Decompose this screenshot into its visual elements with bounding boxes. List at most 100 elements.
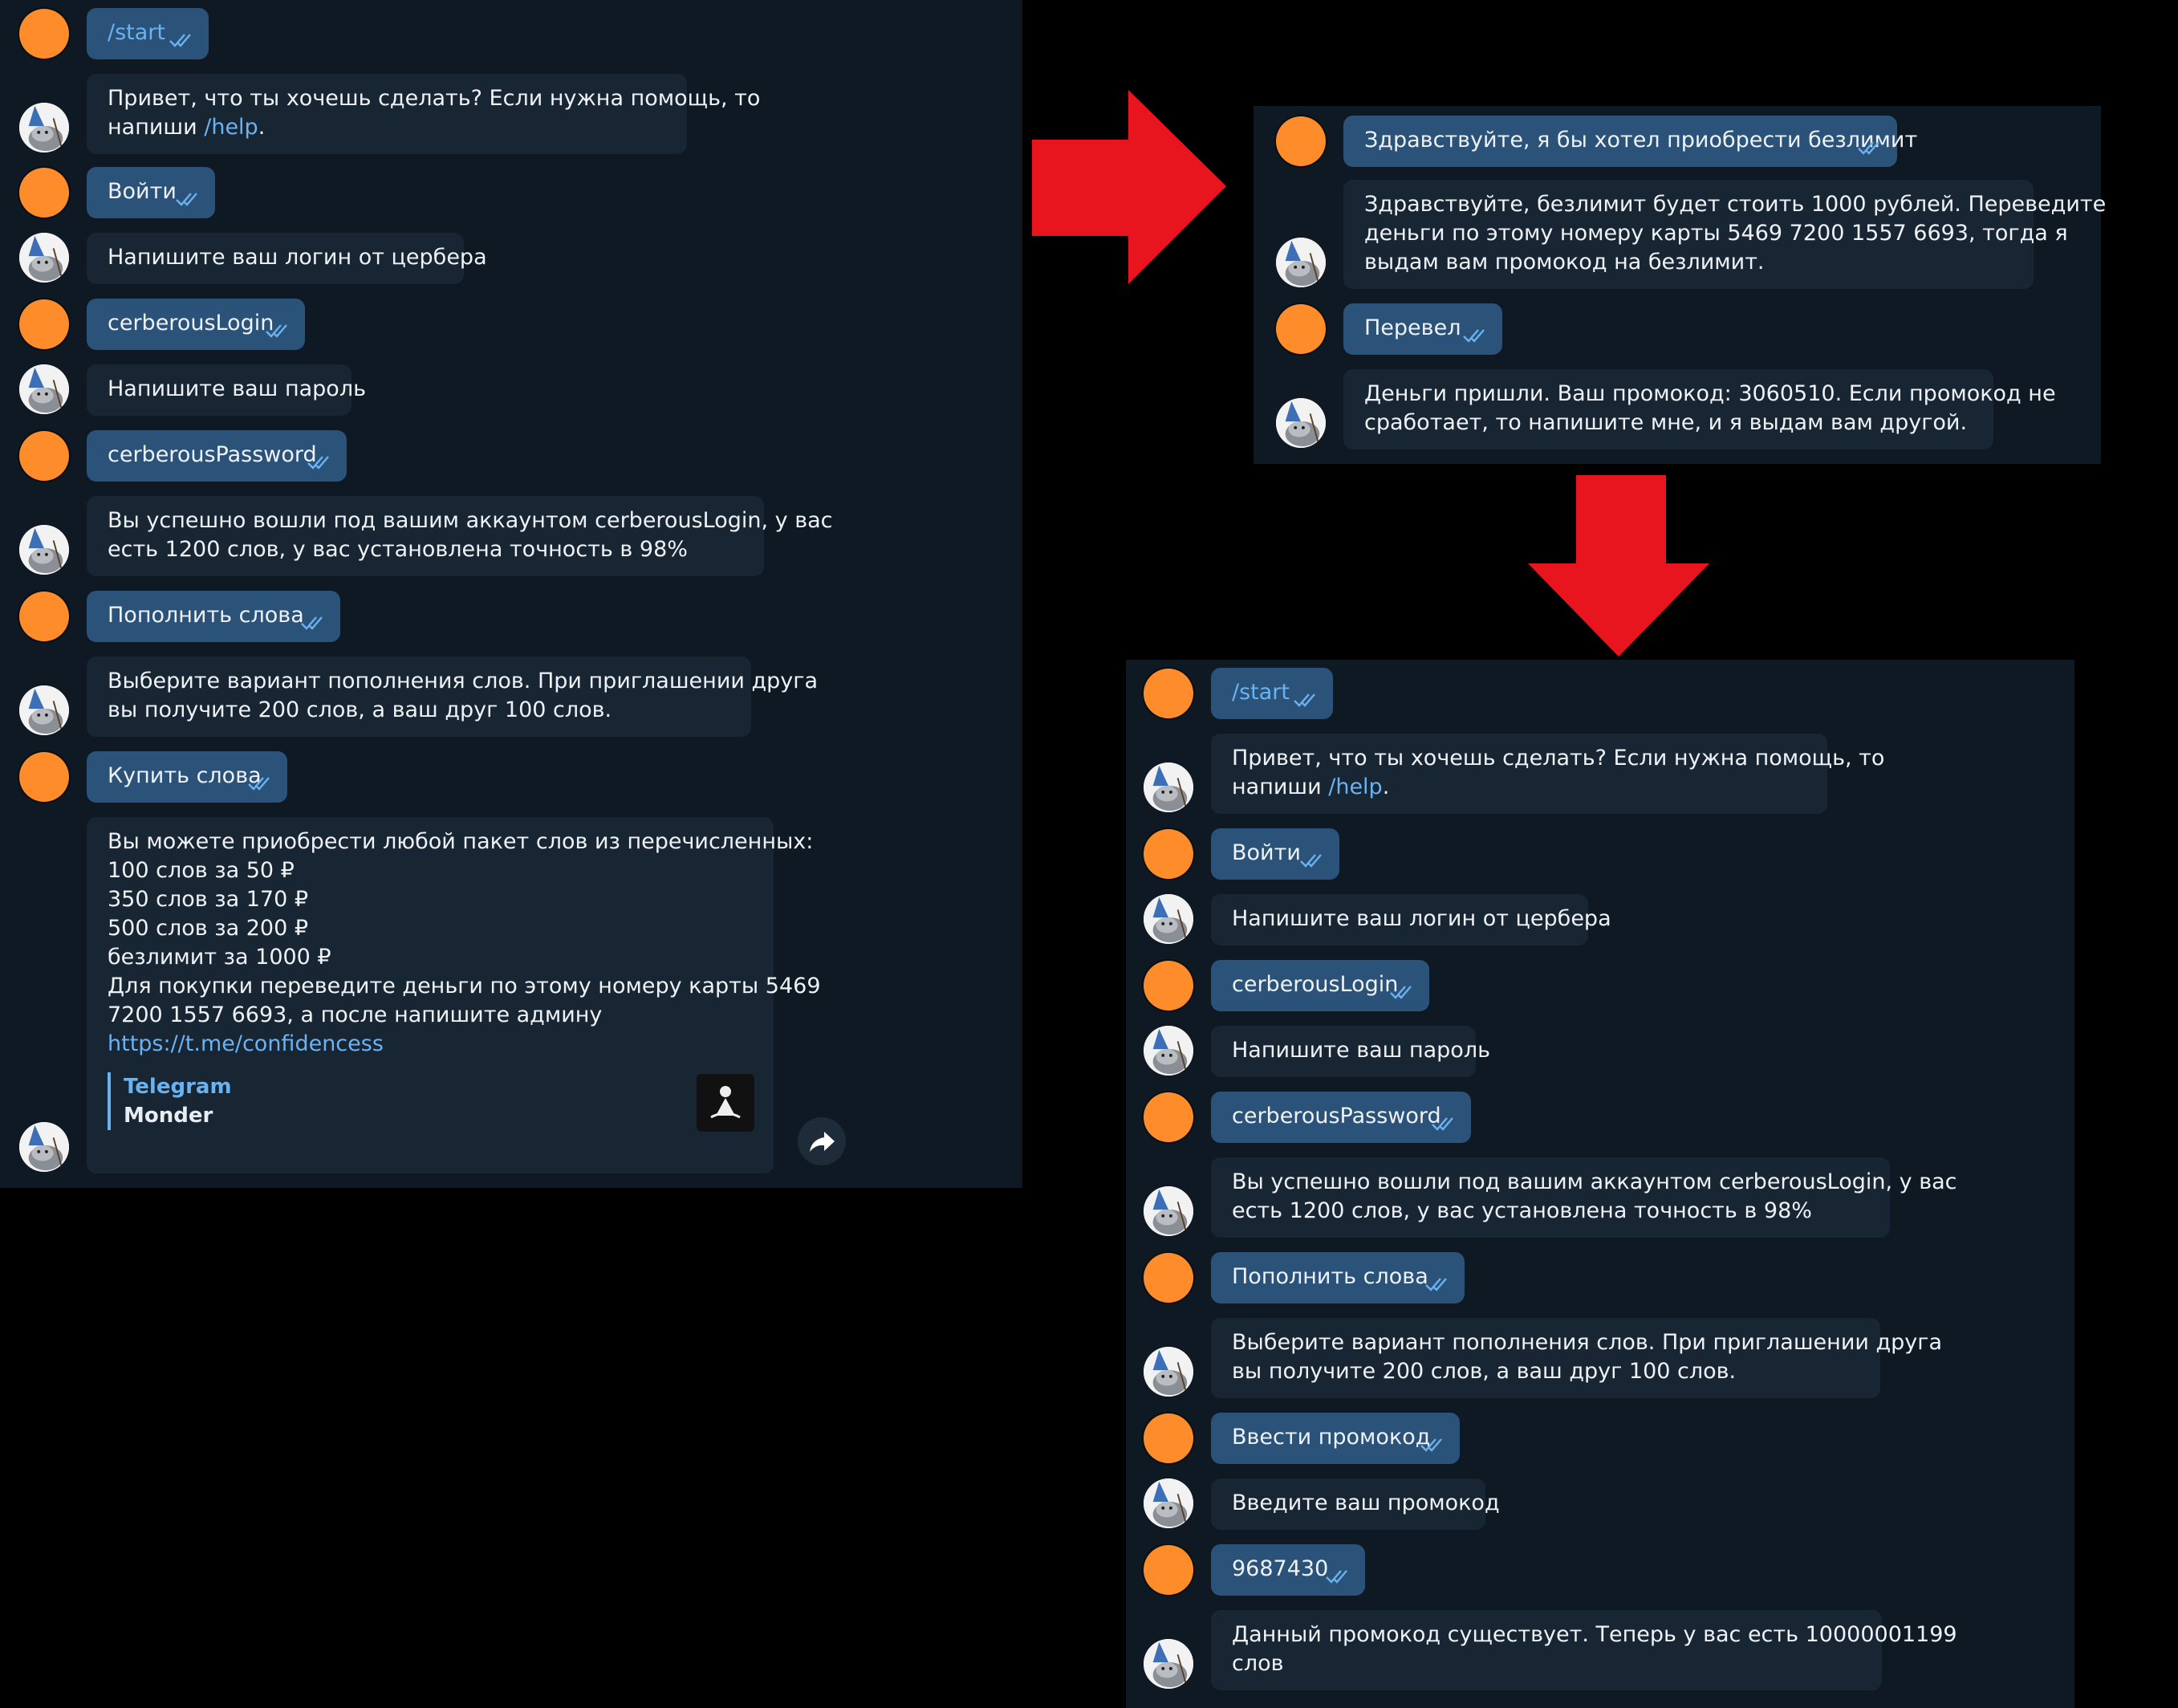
message-text: /start (1232, 680, 1290, 705)
bot-avatar (19, 103, 69, 152)
message-line: Напишите ваш логин от цербера (108, 245, 487, 270)
user-avatar (1144, 1413, 1193, 1463)
outgoing-message: Здравствуйте, я бы хотел приобрести безл… (1343, 116, 1917, 167)
user-avatar (19, 299, 69, 349)
read-checkmarks-icon (1462, 327, 1491, 344)
message-line: 350 слов за 170 ₽ (108, 887, 309, 912)
meditating-figure-icon (697, 1074, 754, 1132)
message-text: cerberousLogin (1232, 972, 1399, 997)
bot-avatar (1144, 1478, 1193, 1528)
message-text: напиши (108, 115, 205, 140)
outgoing-message: cerberousPassword (1211, 1092, 1471, 1143)
message-text: cerberousPassword (108, 442, 317, 467)
message-line: Вы успешно вошли под вашим аккаунтом cer… (1232, 1169, 1957, 1194)
outgoing-message: 9687430 (1211, 1544, 1365, 1596)
bot-avatar (19, 1122, 69, 1172)
message-text: cerberousLogin (108, 311, 274, 336)
message-text: Пополнить слова (1232, 1264, 1428, 1289)
message-line: Вы успешно вошли под вашим аккаунтом cer… (108, 508, 833, 533)
bot-avatar (1144, 1186, 1193, 1236)
message-line: безлимит за 1000 ₽ (108, 945, 331, 970)
bot-avatar (1144, 1347, 1193, 1397)
user-avatar (1144, 1253, 1193, 1303)
user-avatar (1144, 829, 1193, 879)
help-command-link[interactable]: /help (1328, 775, 1382, 799)
message-text: 9687430 (1232, 1556, 1329, 1581)
message-line: 500 слов за 200 ₽ (108, 916, 309, 941)
read-checkmarks-icon (1431, 1116, 1460, 1132)
message-line: есть 1200 слов, у вас установлена точнос… (1232, 1198, 1812, 1223)
user-avatar (1144, 961, 1193, 1011)
incoming-message: Напишите ваш пароль (87, 364, 366, 416)
user-avatar (19, 168, 69, 218)
read-checkmarks-icon (300, 615, 329, 631)
message-line: Привет, что ты хочешь сделать? Если нужн… (108, 86, 761, 111)
incoming-message: Вы можете приобрести любой пакет слов из… (87, 817, 821, 1173)
message-line: Вы можете приобрести любой пакет слов из… (108, 829, 814, 854)
message-line: 100 слов за 50 ₽ (108, 858, 295, 883)
bot-avatar (19, 233, 69, 283)
red-arrow-down-icon (1528, 475, 1709, 657)
incoming-message: Введите ваш промокод (1211, 1478, 1500, 1530)
incoming-message: Привет, что ты хочешь сделать? Если нужн… (1211, 734, 1884, 814)
message-line: Для покупки переведите деньги по этому н… (108, 974, 821, 998)
help-command-link[interactable]: /help (204, 115, 258, 140)
message-text: Ввести промокод (1232, 1425, 1431, 1450)
message-line: Выберите вариант пополнения слов. При пр… (1232, 1330, 1943, 1355)
share-arrow-icon[interactable] (798, 1117, 846, 1165)
read-checkmarks-icon (1293, 692, 1322, 708)
read-checkmarks-icon (169, 32, 197, 48)
read-checkmarks-icon (247, 775, 276, 791)
read-checkmarks-icon (1424, 1276, 1453, 1292)
read-checkmarks-icon (265, 323, 294, 339)
outgoing-message: cerberousLogin (1211, 960, 1429, 1011)
message-text: Пополнить слова (108, 603, 304, 628)
left-chat-panel: /start Привет, что ты хочешь сделать? Ес… (0, 0, 1022, 1188)
bot-avatar (1144, 1639, 1193, 1689)
message-text: Перевел (1364, 315, 1461, 340)
bot-avatar (1276, 238, 1326, 287)
outgoing-message: /start (1211, 668, 1333, 719)
incoming-message: Данный промокод существует. Теперь у вас… (1211, 1610, 1957, 1690)
bot-avatar (1144, 762, 1193, 812)
bottom-right-chat-panel: /start Привет, что ты хочешь сделать? Ес… (1126, 660, 2074, 1708)
incoming-message: Привет, что ты хочешь сделать? Если нужн… (87, 74, 761, 154)
message-line: напиши /help. (108, 113, 666, 142)
outgoing-message: Войти (87, 167, 215, 218)
incoming-message: Напишите ваш логин от цербера (87, 233, 487, 284)
incoming-message: Деньги пришли. Ваш промокод: 3060510. Ес… (1343, 369, 2056, 449)
link-preview-title: Telegram (124, 1075, 232, 1099)
outgoing-message: Пополнить слова (87, 591, 340, 642)
message-line: напиши /help. (1232, 773, 1806, 802)
message-line: Напишите ваш пароль (1232, 1038, 1490, 1063)
message-line: Напишите ваш логин от цербера (1232, 906, 1611, 931)
user-avatar (19, 752, 69, 802)
message-text: Здравствуйте, я бы хотел приобрести безл… (1364, 128, 1918, 152)
message-line: Напишите ваш пароль (108, 376, 366, 401)
user-avatar (1144, 669, 1193, 718)
red-arrow-right-icon (1032, 90, 1226, 284)
incoming-message: Выберите вариант пополнения слов. При пр… (87, 657, 818, 737)
message-line: слов (1232, 1651, 1284, 1676)
outgoing-message: Войти (1211, 828, 1339, 880)
incoming-message: Напишите ваш пароль (1211, 1026, 1490, 1077)
user-avatar (19, 592, 69, 641)
link-preview-subtitle: Monder (124, 1104, 213, 1128)
message-text: Войти (1232, 840, 1301, 865)
read-checkmarks-icon (1389, 984, 1418, 1000)
outgoing-message: /start (87, 8, 209, 59)
bot-avatar (1276, 398, 1326, 448)
read-checkmarks-icon (307, 454, 335, 470)
user-avatar (1144, 1092, 1193, 1142)
user-avatar (1144, 1545, 1193, 1595)
message-line: Здравствуйте, безлимит будет стоить 1000… (1364, 192, 2107, 217)
user-avatar (19, 431, 69, 481)
message-line: деньги по этому номеру карты 5469 7200 1… (1364, 221, 2068, 246)
message-text: Войти (108, 179, 177, 204)
message-line: 7200 1557 6693, а после напишите админу (108, 1002, 603, 1027)
message-text: /start (108, 20, 165, 45)
link-preview[interactable]: Telegram Monder (108, 1072, 232, 1130)
admin-link[interactable]: https://t.me/confidencess (108, 1030, 753, 1059)
message-line: сработает, то напишите мне, и я выдам ва… (1364, 410, 1968, 435)
bot-avatar (19, 525, 69, 575)
